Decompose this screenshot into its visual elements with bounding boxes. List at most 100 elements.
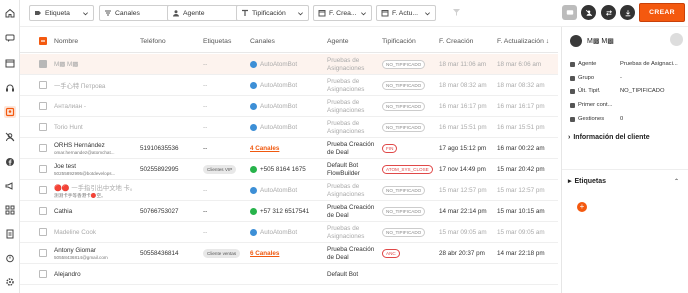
table-row[interactable]: Joe test 50255892995@botdevelops... 502558… xyxy=(20,159,558,180)
typification-badge: NO_TIPIFICADO xyxy=(382,186,426,195)
detail-field: Agente Pruebas de Asignaci... xyxy=(570,61,678,67)
row-checkbox[interactable] xyxy=(39,228,47,236)
funnel-icon[interactable] xyxy=(452,8,461,17)
contact-name: 一手心特 Петрова xyxy=(54,83,106,90)
filter-etiqueta[interactable]: Etiqueta xyxy=(29,5,94,21)
detail-field: Últ. Tipif. NO_TIPIFICADO xyxy=(570,88,664,94)
column-etiquetas[interactable]: Etiquetas xyxy=(203,38,231,45)
headset-icon[interactable] xyxy=(4,82,16,94)
timer-icon[interactable] xyxy=(4,252,16,264)
avatar xyxy=(570,35,582,47)
tag-empty: -- xyxy=(203,208,208,215)
person-off-icon[interactable] xyxy=(4,131,16,143)
tag-empty: -- xyxy=(203,82,208,89)
phone-cell xyxy=(140,180,200,201)
row-checkbox[interactable] xyxy=(39,186,47,194)
chevron-down-icon xyxy=(82,10,89,17)
contact-name: ORHS Hernández xyxy=(54,142,105,149)
agent-cell: Pruebas de Asignaciones xyxy=(327,119,365,135)
column-fecha-creacion[interactable]: F. Creación xyxy=(439,38,473,45)
chat-icon[interactable] xyxy=(670,33,683,46)
create-button[interactable]: CREAR xyxy=(639,3,685,22)
channels-link[interactable]: 6 Canales xyxy=(250,250,279,257)
updated-cell: 18 mar 08:32 am xyxy=(497,82,545,89)
column-nombre[interactable]: Nombre xyxy=(54,38,78,45)
whatsapp-icon xyxy=(250,208,257,215)
column-fecha-actualizacion[interactable]: F. Actualización ↓ xyxy=(497,38,549,45)
table-row[interactable]: Torio Hunt -- AutoAtomBot Pruebas de Asigna… xyxy=(20,117,558,138)
table-row[interactable]: Antony Giomar 50558436814@gmail.com 505584… xyxy=(20,243,558,264)
filter-fecha-actualizacion[interactable]: F. Actu... xyxy=(376,5,436,21)
client-info-section[interactable]: › Información del cliente xyxy=(568,134,650,141)
typification-badge: ATOM_SYS_CLOSE xyxy=(382,165,433,174)
column-agente[interactable]: Agente xyxy=(327,38,349,45)
typification-badge: NO_TIPIFICADO xyxy=(382,81,426,90)
tags-section[interactable]: ▸ Etiquetas ⌃ xyxy=(568,177,679,186)
row-checkbox[interactable] xyxy=(39,207,47,215)
row-checkbox[interactable] xyxy=(39,81,47,89)
home-icon[interactable] xyxy=(4,7,16,19)
app: Etiqueta Canales Agente Tipificación F. … xyxy=(0,0,688,293)
agent-cell: Default Bot FlowBuilder xyxy=(327,161,360,177)
table-row[interactable]: Madeline Cook -- AutoAtomBot Pruebas de Asi… xyxy=(20,222,558,243)
table-row[interactable]: Alejandro Default Bot xyxy=(20,264,558,285)
select-all-checkbox[interactable] xyxy=(39,37,47,45)
download-button[interactable] xyxy=(620,5,635,20)
calendar-icon[interactable] xyxy=(4,57,16,69)
contact-name: 🔴🔴 一手指引出中文地 卡。 xyxy=(54,184,137,192)
contact-name: Madeline Cook xyxy=(54,229,97,236)
table-row[interactable]: Cathia 50766753027 -- +57 312 6517541 Prueba… xyxy=(20,201,558,222)
calendar-icon xyxy=(570,102,575,108)
add-tag-button[interactable]: + xyxy=(577,202,587,212)
created-cell: 28 abr 20:37 pm xyxy=(439,250,485,257)
person-icon xyxy=(172,9,180,17)
table-row[interactable]: 🔴🔴 一手指引出中文地 卡。 测测卡手等香港卡🔴空。 -- AutoAtomBot Pr… xyxy=(20,180,558,201)
row-checkbox[interactable] xyxy=(39,144,47,152)
column-tipificacion[interactable]: Tipificación xyxy=(382,38,416,45)
document-icon[interactable] xyxy=(4,228,16,240)
contacts-icon[interactable] xyxy=(4,106,16,118)
typification-badge: NO_TIPIFICADO xyxy=(382,228,426,237)
row-checkbox[interactable] xyxy=(39,165,47,173)
history-icon xyxy=(570,116,575,122)
table-row[interactable]: Анталиан - -- AutoAtomBot Pruebas de Asigna… xyxy=(20,96,558,117)
contact-name: Antony Giomar xyxy=(54,247,96,254)
transfer-button[interactable] xyxy=(601,5,616,20)
row-checkbox[interactable] xyxy=(39,102,47,110)
updated-cell: 15 mar 20:42 pm xyxy=(497,166,545,173)
phone-cell xyxy=(140,96,200,117)
column-telefono[interactable]: Teléfono xyxy=(140,38,166,45)
table-row[interactable]: ORHS Hernández omar.hernandez@atomchat...… xyxy=(20,138,558,159)
channel-label: AutoAtomBot xyxy=(260,187,298,194)
updated-cell: 16 mar 16:17 pm xyxy=(497,103,545,110)
table-row[interactable]: 一手心特 Петрова -- AutoAtomBot Pruebas de Asig… xyxy=(20,75,558,96)
telegram-icon xyxy=(250,229,257,236)
created-cell: 18 mar 08:32 am xyxy=(439,82,487,89)
updated-cell: 16 mar 00:22 am xyxy=(497,145,545,152)
facebook-icon[interactable] xyxy=(4,156,16,168)
tag-badge: Clientes VIP xyxy=(203,165,237,174)
chat-bubble-button[interactable] xyxy=(562,5,577,20)
tag-empty: -- xyxy=(203,61,208,68)
typification-badge: NO_TIPIFICADO xyxy=(382,123,426,132)
chat-icon[interactable] xyxy=(4,32,16,44)
person-off-button[interactable] xyxy=(581,5,596,20)
row-checkbox[interactable] xyxy=(39,270,47,278)
row-checkbox[interactable] xyxy=(39,123,47,131)
phone-cell: 50558436814 xyxy=(140,250,179,257)
settings-icon[interactable] xyxy=(4,276,16,288)
channels-link[interactable]: 4 Canales xyxy=(250,145,279,152)
agent-cell: Prueba Creación de Deal xyxy=(327,245,375,261)
telegram-icon xyxy=(250,124,257,131)
filter-fecha-creacion[interactable]: F. Crea... xyxy=(313,5,372,21)
apps-icon[interactable] xyxy=(4,204,16,216)
created-cell: 15 mar 09:05 am xyxy=(439,229,487,236)
megaphone-icon[interactable] xyxy=(4,180,16,192)
row-checkbox[interactable] xyxy=(39,249,47,257)
filter-tipificacion[interactable]: Tipificación xyxy=(236,5,309,21)
row-checkbox[interactable] xyxy=(39,60,47,68)
table-row[interactable]: M▩ M▩ -- AutoAtomBot Pruebas de Asignacione… xyxy=(20,54,558,75)
created-cell: 17 nov 14:49 pm xyxy=(439,166,486,173)
filter-etiqueta-label: Etiqueta xyxy=(45,9,70,17)
column-canales[interactable]: Canales xyxy=(250,38,275,45)
